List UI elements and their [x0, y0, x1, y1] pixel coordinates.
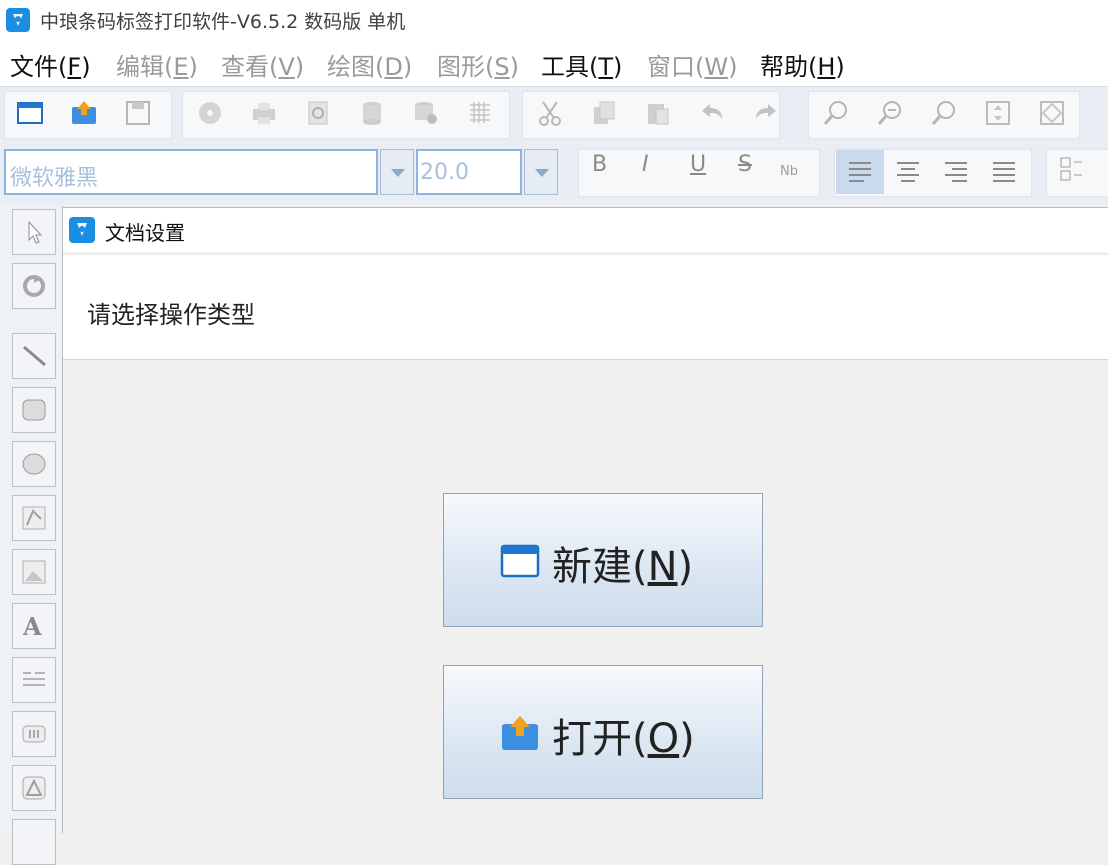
- line-tool-button[interactable]: [12, 333, 56, 379]
- dialog-header: 请选择操作类型: [63, 254, 1108, 360]
- menu-edit[interactable]: 编辑(E): [116, 47, 198, 82]
- save-icon[interactable]: [124, 99, 152, 127]
- align-left-icon: [848, 160, 872, 182]
- main-toolbar: [0, 86, 1108, 144]
- menu-draw[interactable]: 绘图(D): [327, 47, 412, 82]
- redo-icon[interactable]: [752, 99, 780, 127]
- menu-shape[interactable]: 图形(S): [437, 47, 519, 82]
- italic-button[interactable]: I: [642, 152, 649, 177]
- menu-tools[interactable]: 工具(T): [541, 47, 622, 82]
- font-size-dropdown-icon[interactable]: [524, 149, 558, 195]
- strikethrough-button[interactable]: S: [738, 152, 752, 177]
- rotate-tool-button[interactable]: [12, 263, 56, 309]
- new-button[interactable]: 新建(N): [443, 493, 763, 627]
- bold-button[interactable]: B: [592, 152, 607, 177]
- barcode-tool-button[interactable]: [12, 711, 56, 757]
- cut-icon[interactable]: [536, 99, 564, 127]
- font-name-value: 微软雅黑: [10, 166, 99, 191]
- align-justify-icon[interactable]: [992, 160, 1016, 182]
- copy-icon[interactable]: [590, 99, 618, 127]
- print-preview-icon[interactable]: [304, 99, 332, 127]
- zoom-in-icon[interactable]: [822, 99, 850, 127]
- menu-help[interactable]: 帮助(H): [760, 47, 845, 82]
- font-name-dropdown-icon[interactable]: [380, 149, 414, 195]
- font-name-combobox[interactable]: 微软雅黑: [4, 149, 378, 195]
- document-settings-dialog: 文档设置 请选择操作类型 新建(N) 打开(O): [62, 207, 1108, 833]
- dialog-title: 文档设置: [105, 221, 185, 245]
- align-right-icon[interactable]: [944, 160, 968, 182]
- format-toolbar: 微软雅黑 20.0 B I U S Nb: [0, 143, 1108, 205]
- open-button[interactable]: 打开(O): [443, 665, 763, 799]
- dialog-prompt: 请选择操作类型: [87, 301, 255, 329]
- open-button-label: 打开(O): [552, 716, 695, 762]
- text-direction-icon[interactable]: [1060, 157, 1084, 181]
- svg-text:A: A: [22, 613, 42, 639]
- align-center-icon[interactable]: [896, 160, 920, 182]
- app-logo-icon: [6, 8, 30, 32]
- select-tool-button[interactable]: [12, 209, 56, 255]
- svg-text:Nb: Nb: [780, 164, 798, 179]
- print-icon[interactable]: [250, 99, 278, 127]
- toolbar-group-print: [182, 91, 510, 139]
- undo-icon[interactable]: [698, 99, 726, 127]
- fit-page-icon[interactable]: [984, 99, 1012, 127]
- fit-width-icon[interactable]: [1038, 99, 1066, 127]
- menu-view[interactable]: 查看(V): [221, 47, 304, 82]
- char-spacing-icon[interactable]: Nb: [780, 159, 804, 181]
- disc-icon[interactable]: [196, 99, 224, 127]
- image-tool-button[interactable]: [12, 549, 56, 595]
- zoom-out-icon[interactable]: [876, 99, 904, 127]
- database-settings-icon[interactable]: [412, 99, 440, 127]
- new-button-label: 新建(N): [552, 544, 694, 590]
- more-tool-button[interactable]: [12, 819, 56, 865]
- shape-tool-button[interactable]: [12, 765, 56, 811]
- zoom-icon[interactable]: [930, 99, 958, 127]
- underline-button[interactable]: U: [690, 152, 706, 177]
- database-icon[interactable]: [358, 99, 386, 127]
- menu-window[interactable]: 窗口(W): [647, 47, 737, 82]
- open-folder-icon[interactable]: [70, 99, 98, 127]
- paste-icon[interactable]: [644, 99, 672, 127]
- title-bar: 中琅条码标签打印软件-V6.5.2 数码版 单机: [0, 0, 1108, 40]
- font-size-combobox[interactable]: 20.0: [416, 149, 522, 195]
- paragraph-tool-button[interactable]: [12, 657, 56, 703]
- polygon-tool-button[interactable]: [12, 495, 56, 541]
- open-folder-icon: [500, 714, 540, 754]
- drawing-toolbox: A: [0, 205, 63, 865]
- ellipse-tool-button[interactable]: [12, 441, 56, 487]
- grid-icon[interactable]: [466, 99, 494, 127]
- new-document-icon: [500, 542, 540, 582]
- menu-file[interactable]: 文件(F): [10, 47, 91, 82]
- window-title: 中琅条码标签打印软件-V6.5.2 数码版 单机: [40, 11, 406, 33]
- dialog-title-bar: 文档设置: [63, 208, 1108, 252]
- text-tool-button[interactable]: A: [12, 603, 56, 649]
- rectangle-tool-button[interactable]: [12, 387, 56, 433]
- dialog-app-icon: [69, 217, 95, 243]
- font-size-value: 20.0: [420, 160, 469, 185]
- menu-bar: 文件(F) 编辑(E) 查看(V) 绘图(D) 图形(S) 工具(T) 窗口(W…: [0, 40, 1108, 86]
- new-document-icon[interactable]: [16, 99, 44, 127]
